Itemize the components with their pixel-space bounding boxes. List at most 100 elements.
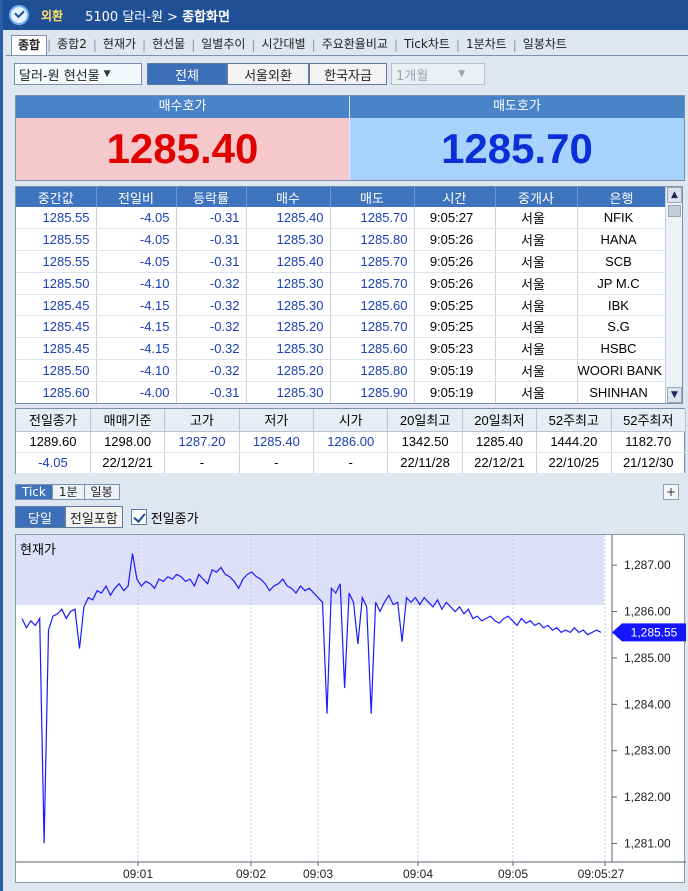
chart-x-tick-label: 09:03 [303, 867, 333, 881]
product-select-value: 달러-원 현선물 [19, 68, 100, 84]
trades-col-header[interactable]: 은행 [577, 187, 667, 207]
product-select[interactable]: 달러-원 현선물 ▼ [14, 63, 142, 85]
summary-cell: 22/11/28 [387, 452, 463, 474]
table-row[interactable]: 1285.45 -4.15 -0.32 1285.20 1285.70 9:05:25 서울… [16, 315, 667, 339]
trades-col-header[interactable]: 매도 [330, 187, 415, 207]
trades-table: 중간값 전일비 등락률 매수 매도 시간 중개사 은행 1285.55 -4.05 -0.31 12… [15, 186, 683, 404]
table-cell: -0.32 [176, 337, 247, 361]
today-button[interactable]: 당일 [15, 506, 65, 528]
tab-6[interactable]: 주요환율비교 [316, 35, 394, 55]
table-cell: NFIK [577, 207, 667, 230]
table-cell: 서울 [495, 315, 578, 339]
scroll-up-icon[interactable]: ▲ [667, 187, 682, 203]
table-row[interactable]: 1285.45 -4.15 -0.32 1285.30 1285.60 9:05:25 서울… [16, 294, 667, 317]
table-cell: -4.05 [96, 207, 177, 230]
price-chart[interactable]: 1,287.00 1,286.00 1,285.00 1,284.00 1,283.00… [15, 534, 686, 883]
table-cell: IBK [577, 294, 667, 317]
bid-header: 매수호가 [16, 96, 349, 118]
title-prefix: 달러-원 > [122, 9, 183, 25]
trades-col-header[interactable]: 시간 [414, 187, 496, 207]
tab-4[interactable]: 일별추이 [195, 35, 251, 55]
summary-col-header: 20일최저 [462, 409, 538, 432]
table-cell: 1285.45 [16, 294, 97, 317]
table-cell: 1285.30 [246, 272, 331, 295]
chart-x-tick-label: 09:05:27 [578, 867, 625, 881]
table-cell: 서울 [495, 381, 578, 403]
summary-cell: - [313, 452, 389, 474]
tab-1[interactable]: 종합2 [51, 35, 93, 55]
table-cell: SHINHAN [577, 381, 667, 403]
trades-col-header[interactable]: 중개사 [495, 187, 578, 207]
table-cell: JP M.C [577, 272, 667, 295]
table-row[interactable]: 1285.45 -4.15 -0.32 1285.30 1285.60 9:05:23 서울… [16, 337, 667, 361]
tab-0[interactable]: 종합 [11, 35, 48, 55]
trades-col-header[interactable]: 전일비 [96, 187, 177, 207]
screen-tabs: 종합 | 종합2 | 현재가 | 현선물 | 일별추이 | 시간대별 | 주요환율비교 | Tick차트 | 1… [11, 34, 688, 56]
table-cell: HANA [577, 228, 667, 252]
table-cell: 1285.50 [16, 359, 97, 382]
table-cell: 9:05:25 [414, 315, 496, 339]
tab-3[interactable]: 현선물 [146, 35, 191, 55]
include-prev-button[interactable]: 전일포함 [64, 506, 123, 528]
summary-col-header: 시가 [313, 409, 389, 432]
summary-cell: 1286.00 [313, 431, 389, 453]
app-check-icon[interactable] [9, 5, 29, 25]
table-cell: -4.05 [96, 250, 177, 273]
segment-all-button[interactable]: 전체 [147, 63, 227, 85]
chart-tab-tick[interactable]: Tick [15, 484, 53, 500]
table-row[interactable]: 1285.55 -4.05 -0.31 1285.40 1285.70 9:05:27 서울… [16, 207, 667, 230]
chart-title: 현재가 [20, 543, 56, 558]
period-select: 1개월 ▼ [391, 63, 485, 85]
table-cell: 1285.30 [246, 337, 331, 361]
current-price-label: 1,285.55 [631, 625, 678, 639]
segment-korea-money-button[interactable]: 한국자금 [309, 63, 387, 85]
tab-5[interactable]: 시간대별 [255, 35, 311, 55]
table-cell: 1285.70 [330, 315, 415, 339]
trades-scrollbar[interactable]: ▲ ▼ [665, 187, 682, 403]
summary-cell: 1182.70 [611, 431, 686, 453]
chart-controls: 당일 전일포함 전일종가 [15, 505, 199, 529]
table-row[interactable]: 1285.55 -4.05 -0.31 1285.30 1285.80 9:05:26 서울… [16, 228, 667, 252]
table-row[interactable]: 1285.55 -4.05 -0.31 1285.40 1285.70 9:05:26 서울… [16, 250, 667, 273]
chart-y-tick-label: 1,284.00 [624, 697, 671, 711]
segment-seoul-button[interactable]: 서울외환 [227, 63, 309, 85]
chart-y-tick-label: 1,283.00 [624, 744, 671, 758]
table-row[interactable]: 1285.60 -4.00 -0.31 1285.30 1285.90 9:05:19 서울… [16, 381, 667, 403]
tab-9[interactable]: 일봉차트 [517, 35, 573, 55]
tab-2[interactable]: 현재가 [97, 35, 142, 55]
table-cell: 9:05:27 [414, 207, 496, 230]
ask-header: 매도호가 [350, 96, 684, 118]
chart-tab-1min[interactable]: 1분 [51, 484, 85, 500]
table-cell: 1285.45 [16, 315, 97, 339]
table-cell: 서울 [495, 294, 578, 317]
chart-expand-button[interactable]: + [663, 484, 679, 500]
table-cell: 1285.55 [16, 250, 97, 273]
tab-7[interactable]: Tick차트 [398, 35, 456, 55]
scroll-thumb[interactable] [668, 205, 681, 217]
summary-col-header: 52주최고 [536, 409, 612, 432]
tab-8[interactable]: 1분차트 [460, 35, 513, 55]
summary-header-row: 전일종가 매매기준 고가 저가 시가 20일최고 20일최저 52주최고 52주최저 [16, 409, 686, 432]
scroll-down-icon[interactable]: ▼ [667, 387, 682, 403]
trades-col-header[interactable]: 등락률 [176, 187, 247, 207]
table-row[interactable]: 1285.50 -4.10 -0.32 1285.20 1285.80 9:05:19 서울… [16, 359, 667, 382]
prev-close-checkbox[interactable] [130, 509, 147, 525]
table-row[interactable]: 1285.50 -4.10 -0.32 1285.30 1285.70 9:05:26 서울… [16, 272, 667, 295]
table-cell: 9:05:26 [414, 250, 496, 273]
chart-x-tick-label: 09:02 [236, 867, 266, 881]
table-cell: 1285.20 [246, 359, 331, 382]
table-cell: 서울 [495, 207, 578, 230]
window-frame: 외환 5100 달러-원 > 종합화면 종합 | 종합2 | 현재가 | 현선물 | 일별추이 |… [0, 0, 688, 891]
table-cell: 9:05:25 [414, 294, 496, 317]
trades-col-header[interactable]: 중간값 [16, 187, 97, 207]
table-cell: SCB [577, 250, 667, 273]
summary-col-header: 52주최저 [611, 409, 686, 432]
table-cell: S.G [577, 315, 667, 339]
chart-y-tick-label: 1,282.00 [624, 790, 671, 804]
chart-y-tick-label: 1,285.00 [624, 651, 671, 665]
table-cell: 9:05:19 [414, 359, 496, 382]
chart-tab-daily[interactable]: 일봉 [83, 484, 120, 500]
trades-col-header[interactable]: 매수 [246, 187, 331, 207]
table-cell: 서울 [495, 272, 578, 295]
table-cell: -4.15 [96, 294, 177, 317]
